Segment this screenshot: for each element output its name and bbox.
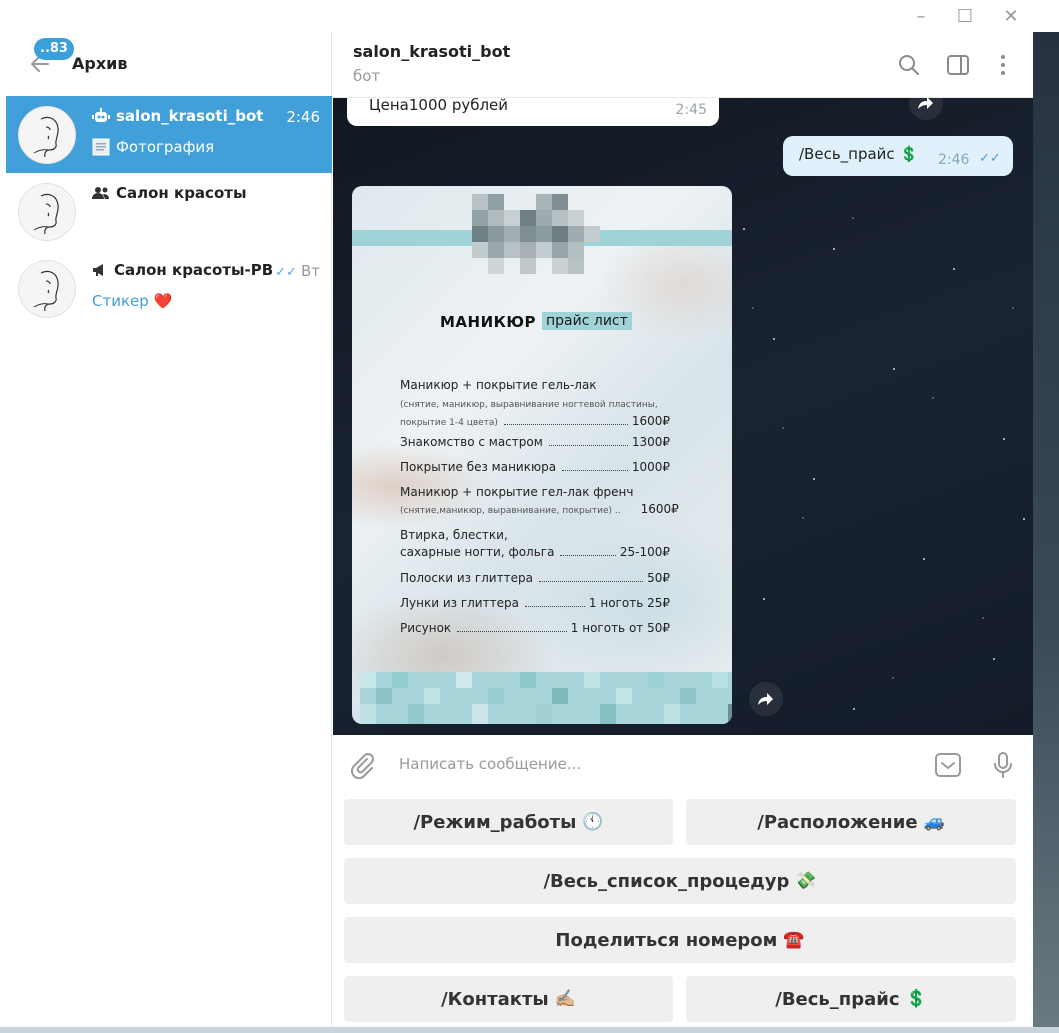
chat-name: Салон красоты xyxy=(92,184,247,202)
chat-name: salon_krasoti_bot xyxy=(92,107,263,125)
all-procedures-button[interactable]: /Весь_список_процедур 💸 xyxy=(344,858,1016,904)
price-item: Маникюр + покрытие гел-лак френч xyxy=(400,485,634,499)
chat-name-text: Салон красоты xyxy=(116,184,247,202)
microphone-icon[interactable] xyxy=(988,750,1018,780)
chat-preview: Стикер ❤️ xyxy=(92,292,172,310)
window-bottom-edge xyxy=(0,1027,1059,1033)
work-mode-button[interactable]: /Режим_работы 🕚 xyxy=(344,799,673,845)
price-item: Маникюр + покрытие гель-лак xyxy=(400,378,597,392)
incoming-message[interactable]: Цена1000 рублей 2:45 xyxy=(347,98,719,126)
price-item: сахарные ногти, фольга 25-100₽ xyxy=(400,545,670,559)
bot-reply-keyboard: /Режим_работы 🕚 /Расположение 🚙 /Весь_спис… xyxy=(333,793,1033,1027)
face-sketch-icon xyxy=(33,270,59,312)
read-ticks-icon: ✓✓ xyxy=(979,151,1001,166)
chat-header: salon_krasoti_bot бот xyxy=(333,32,1033,98)
pixelated-footer xyxy=(360,672,732,724)
window-titlebar: – ☐ ✕ xyxy=(0,0,1059,32)
chat-time: ✓✓ Вт xyxy=(275,262,320,280)
telephone-icon: ☎️ xyxy=(783,930,805,950)
maximize-button[interactable]: ☐ xyxy=(950,4,980,28)
avatar xyxy=(18,183,76,241)
price-item: Втирка, блестки, xyxy=(400,528,508,542)
face-sketch-icon xyxy=(33,116,59,158)
dollar-icon: 💲 xyxy=(905,989,927,1009)
face-sketch-icon xyxy=(33,193,59,235)
chat-preview-text: Стикер ❤️ xyxy=(92,292,173,310)
chat-preview-text: Фотография xyxy=(116,138,215,156)
photo-thumbnail-icon xyxy=(92,138,110,156)
avatar xyxy=(18,260,76,318)
forward-button[interactable] xyxy=(749,682,783,716)
search-icon[interactable] xyxy=(896,52,922,78)
chat-title[interactable]: salon_krasoti_bot xyxy=(353,42,510,61)
sidebar-toggle-icon[interactable] xyxy=(945,52,971,78)
message-area: Цена1000 рублей 2:45 /Весь_прайс 💲 2:46 … xyxy=(333,98,1033,735)
clock-icon: 🕚 xyxy=(582,812,604,832)
chat-subtitle: бот xyxy=(353,67,381,85)
price-item: покрытие 1-4 цвета) 1600₽ xyxy=(400,414,670,428)
price-list-subtitle: прайс лист xyxy=(542,312,632,330)
pixelated-logo xyxy=(472,194,632,288)
chat-time: 2:46 xyxy=(286,108,320,126)
price-list-photo[interactable]: МАНИКЮР прайс лист Маникюр + покрытие ге… xyxy=(352,186,732,724)
avatar xyxy=(18,106,76,164)
price-item: Покрытие без маникюра 1000₽ xyxy=(400,460,670,474)
price-list-title: МАНИКЮР xyxy=(440,313,537,331)
writing-hand-icon: ✍🏼 xyxy=(554,989,576,1009)
megaphone-icon xyxy=(93,264,103,276)
more-options-icon[interactable] xyxy=(990,52,1016,78)
sidebar-title: Архив xyxy=(72,54,128,73)
car-icon: 🚙 xyxy=(923,812,945,832)
chat-name-text: Салон красоты-РВ xyxy=(114,261,274,279)
outgoing-message[interactable]: /Весь_прайс 💲 2:46 ✓✓ xyxy=(783,136,1013,176)
contacts-button[interactable]: /Контакты ✍🏼 xyxy=(344,976,673,1022)
chat-name-text: salon_krasoti_bot xyxy=(116,107,264,125)
sidebar-header: ..83 Архив xyxy=(6,32,332,96)
forward-arrow-icon xyxy=(758,693,773,705)
message-text: /Весь_прайс 💲 xyxy=(799,145,919,163)
price-item: Рисунок 1 ноготь от 50₽ xyxy=(400,621,670,635)
minimize-button[interactable]: – xyxy=(906,4,936,28)
price-item: Знакомство с мастром 1300₽ xyxy=(400,435,670,449)
price-item: (снятие,маникюр, выравнивание, покрытие)… xyxy=(400,502,679,516)
chat-panel: salon_krasoti_bot бот Цена1000 рублей 2:… xyxy=(333,32,1033,1027)
group-icon xyxy=(92,187,109,199)
chat-list-sidebar: ..83 Архив salon_krasoti_bot 2:46 Фотогр… xyxy=(6,32,332,1027)
chat-name: Салон красоты-РВ xyxy=(92,261,273,279)
message-composer: Написать сообщение... xyxy=(333,735,1033,793)
location-button[interactable]: /Расположение 🚙 xyxy=(686,799,1016,845)
money-icon: 💸 xyxy=(795,871,817,891)
share-phone-button[interactable]: Поделиться номером ☎️ xyxy=(344,917,1016,963)
chat-item-salon-channel[interactable]: Салон красоты-РВ ✓✓ Вт Стикер ❤️ xyxy=(6,250,332,327)
message-time: 2:46 xyxy=(938,152,970,168)
price-item-note: (снятие, маникюр, выравнивание ногтевой … xyxy=(400,400,658,410)
background-window xyxy=(1033,32,1059,1033)
read-ticks-icon: ✓✓ xyxy=(275,265,297,280)
chat-item-salon-group[interactable]: Салон красоты xyxy=(6,173,332,250)
message-text: Цена1000 рублей xyxy=(369,98,509,114)
forward-arrow-icon xyxy=(918,98,933,109)
message-time: 2:45 xyxy=(675,102,707,118)
full-price-button[interactable]: /Весь_прайс 💲 xyxy=(686,976,1016,1022)
close-button[interactable]: ✕ xyxy=(996,4,1026,28)
bot-icon xyxy=(92,108,110,122)
message-input[interactable]: Написать сообщение... xyxy=(399,755,581,773)
chat-item-salon-bot[interactable]: salon_krasoti_bot 2:46 Фотография xyxy=(6,96,332,173)
forward-button[interactable] xyxy=(909,98,943,120)
attach-icon[interactable] xyxy=(347,750,377,780)
chat-preview: Фотография xyxy=(92,138,214,156)
unread-badge: ..83 xyxy=(34,38,74,60)
price-item: Лунки из глиттера 1 ноготь 25₽ xyxy=(400,596,670,610)
price-item: Полоски из глиттера 50₽ xyxy=(400,571,670,585)
bot-keyboard-toggle-icon[interactable] xyxy=(933,750,963,780)
